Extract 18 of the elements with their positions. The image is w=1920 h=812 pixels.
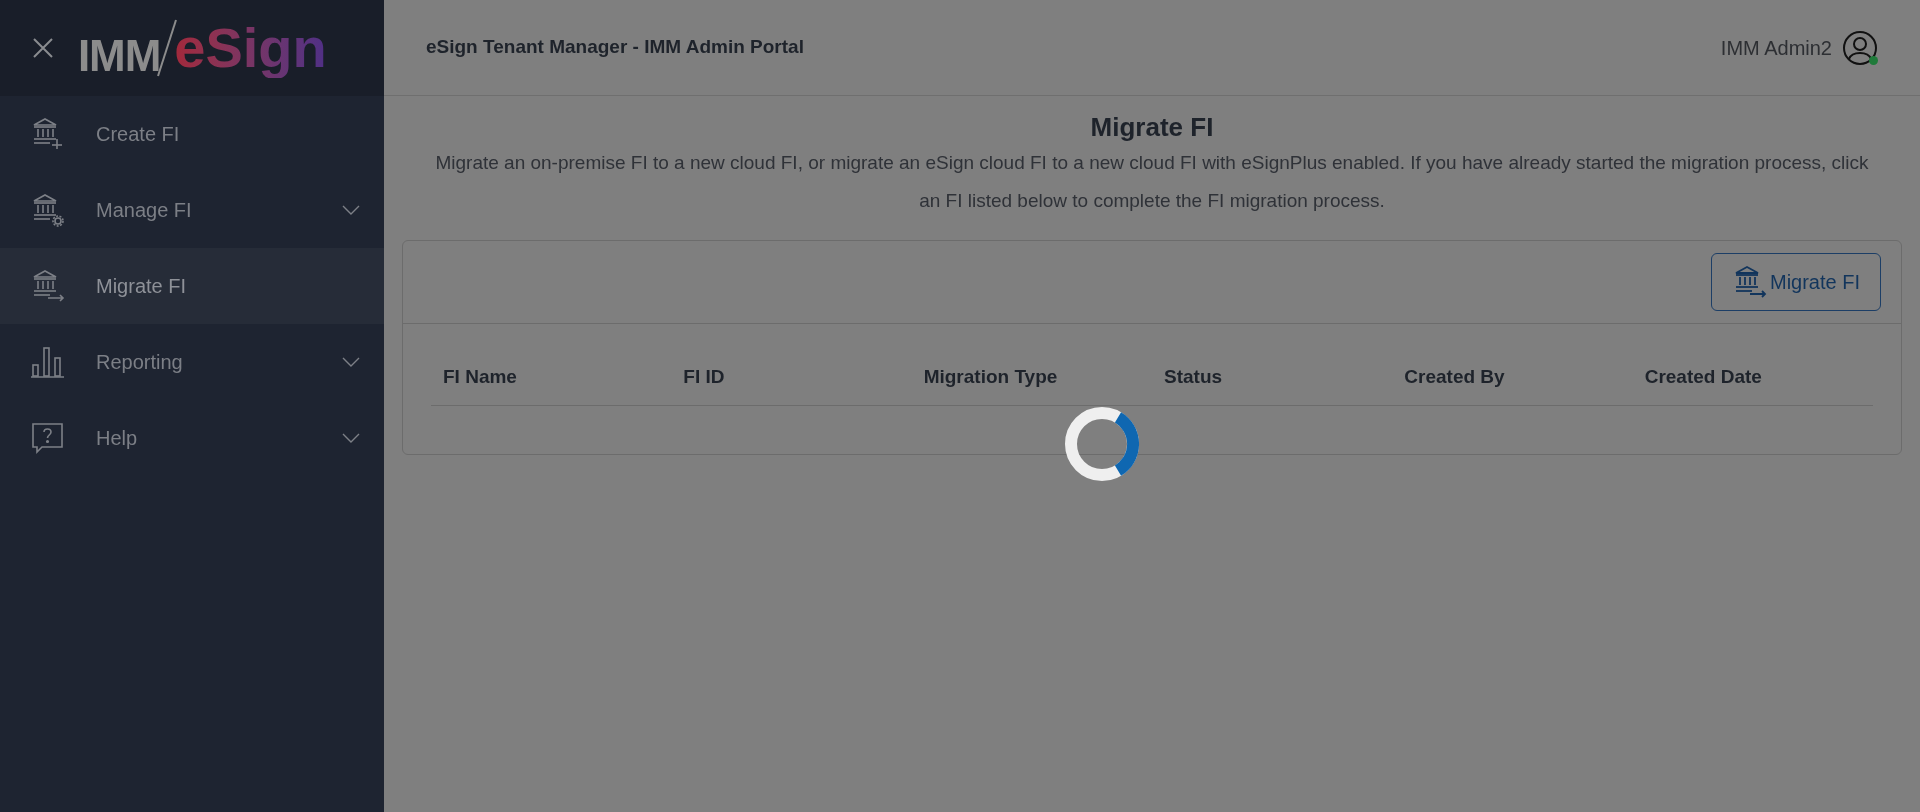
user-name: IMM Admin2 [1720, 35, 1832, 61]
user-icon [1842, 29, 1878, 66]
user-avatar-button[interactable] [1842, 29, 1878, 66]
close-icon [32, 37, 54, 59]
help-bubble-icon [30, 421, 66, 455]
portal-title: eSign Tenant Manager - IMM Admin Portal [426, 35, 804, 60]
column-header: Migration Type [922, 364, 1059, 389]
column-header: Status [1163, 364, 1224, 389]
migrate-fi-button[interactable]: Migrate FI [1710, 253, 1881, 311]
column-header: FI ID [682, 364, 726, 389]
page-description: Migrate an on-premise FI to a new cloud FI, or migrate an eSign cloud FI to a new cloud FI with eSignPlus enabled. If you have already started the migration process, click an FI listed below to complete the FI migration process. [434, 151, 1870, 213]
column-header: Created By [1403, 364, 1506, 389]
column-header: Created Date [1643, 364, 1763, 389]
sidebar-item[interactable]: Migrate FI [0, 248, 384, 324]
page-title: Migrate FI [1090, 111, 1214, 144]
bar-chart-icon [30, 345, 66, 379]
logo: IMM eSign [78, 18, 327, 78]
column-header: FI Name [442, 364, 518, 389]
